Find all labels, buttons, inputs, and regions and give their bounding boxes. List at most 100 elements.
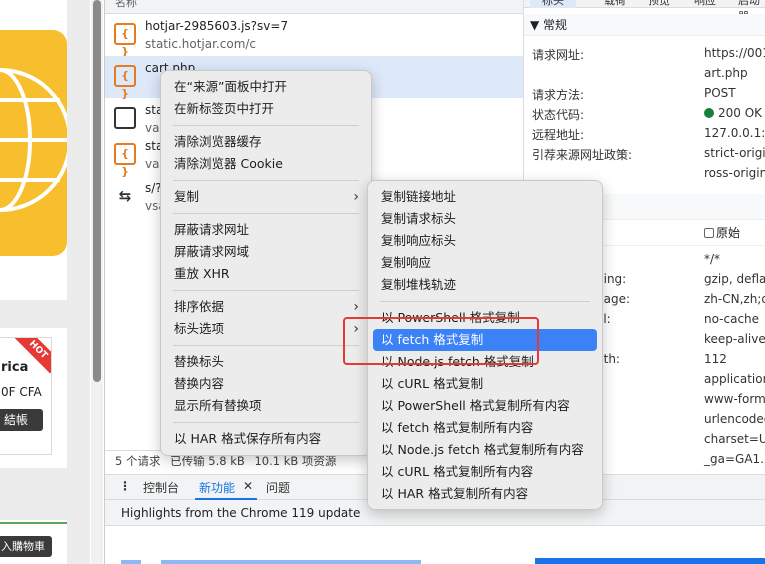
tab-whats-new[interactable]: 新功能	[199, 479, 235, 496]
menu-replay-xhr[interactable]: 重放 XHR	[161, 263, 371, 285]
header-value: no-cache	[704, 312, 760, 326]
request-row[interactable]: { } hotjar-2985603.js?sv=7 static.hotjar…	[105, 14, 523, 58]
product-card[interactable]: HOT rica 0F CFA 結帳	[0, 337, 52, 455]
general-key: 状态代码:	[532, 108, 585, 122]
transferred-size: 已传输 5.8 kB	[170, 454, 245, 468]
menu-open-in-new-tab[interactable]: 在新标签页中打开	[161, 98, 371, 120]
header-value: */*	[704, 252, 721, 266]
checkbox-icon	[704, 228, 714, 238]
tab-preview[interactable]: 预览	[648, 0, 670, 8]
drawer-menu-icon[interactable]: ⋮	[119, 479, 131, 493]
copy-response-headers[interactable]: 复制响应标头	[368, 230, 602, 252]
menu-separator	[173, 213, 359, 214]
divider	[0, 522, 67, 524]
menu-clear-cache[interactable]: 清除浏览器缓存	[161, 131, 371, 153]
resources-size: 10.1 kB 项资源	[254, 454, 337, 468]
menu-override-content[interactable]: 替换内容	[161, 373, 371, 395]
copy-link-address[interactable]: 复制链接地址	[368, 186, 602, 208]
copy-as-curl[interactable]: 以 cURL 格式复制	[368, 373, 602, 395]
copy-all-as-har[interactable]: 以 HAR 格式复制所有内容	[368, 483, 602, 505]
script-icon: { }	[114, 65, 136, 100]
document-icon	[114, 107, 136, 129]
menu-sort-label: 排序依据	[174, 299, 225, 314]
menu-separator	[380, 301, 590, 302]
tab-response[interactable]: 响应	[694, 0, 716, 8]
chevron-right-icon: ›	[353, 189, 359, 205]
copy-all-as-fetch[interactable]: 以 fetch 格式复制所有内容	[368, 417, 602, 439]
page-scrollbar-thumb[interactable]	[93, 0, 101, 382]
menu-copy-label: 复制	[174, 189, 200, 204]
menu-separator	[173, 290, 359, 291]
menu-sort-by[interactable]: 排序依据 ›	[161, 296, 371, 318]
menu-override-headers[interactable]: 替换标头	[161, 351, 371, 373]
menu-separator	[173, 422, 359, 423]
menu-save-all-har[interactable]: 以 HAR 格式保存所有内容	[161, 428, 371, 450]
menu-block-url[interactable]: 屏蔽请求网址	[161, 219, 371, 241]
copy-all-as-nodejs-fetch[interactable]: 以 Node.js fetch 格式复制所有内容	[368, 439, 602, 461]
header-value: www-form-	[704, 392, 765, 406]
column-header-name[interactable]: 名称	[105, 0, 523, 14]
status-ok-icon	[704, 108, 714, 118]
article-heading-partial	[121, 560, 421, 564]
general-value: https://001.	[704, 46, 765, 60]
header-value: 112	[704, 352, 727, 366]
annotation-highlight-box	[343, 317, 539, 365]
header-value: _ga=GA1.2.	[704, 452, 765, 466]
add-to-cart-button[interactable]: 入購物車	[0, 536, 52, 557]
webpage-viewport: HOT rica 0F CFA 結帳 入購物車	[0, 0, 90, 564]
tab-console[interactable]: 控制台	[143, 479, 179, 496]
menu-separator	[173, 180, 359, 181]
header-value: keep-alive	[704, 332, 765, 346]
menu-header-options[interactable]: 标头选项 ›	[161, 318, 371, 340]
menu-header-options-label: 标头选项	[174, 321, 225, 336]
product-title: rica	[1, 360, 29, 375]
status-code: 200 OK	[718, 106, 763, 120]
fetch-icon: ⇆	[118, 187, 132, 205]
menu-copy[interactable]: 复制 ›	[161, 186, 371, 208]
general-key: 请求网址:	[532, 48, 585, 62]
general-value: strict-origin	[704, 146, 765, 160]
close-icon[interactable]: ✕	[243, 479, 253, 493]
logo-image	[0, 30, 67, 256]
general-key: 请求方法:	[532, 88, 585, 102]
context-menu: 在“来源”面板中打开 在新标签页中打开 清除浏览器缓存 清除浏览器 Cookie…	[160, 70, 372, 456]
copy-response[interactable]: 复制响应	[368, 252, 602, 274]
video-thumbnail[interactable]	[535, 558, 765, 564]
checkout-button[interactable]: 結帳	[0, 409, 43, 431]
header-value: zh-CN,zh;q	[704, 292, 765, 306]
header-value: charset=UT	[704, 432, 765, 446]
menu-clear-cookies[interactable]: 清除浏览器 Cookie	[161, 153, 371, 175]
script-icon: { }	[114, 143, 136, 178]
menu-show-all-overrides[interactable]: 显示所有替换项	[161, 395, 371, 417]
general-value: ross-origin	[704, 166, 765, 180]
menu-open-in-sources[interactable]: 在“来源”面板中打开	[161, 76, 371, 98]
request-domain: static.hotjar.com/c	[145, 37, 257, 51]
tab-payload[interactable]: 载荷	[604, 0, 626, 8]
header-value: application/	[704, 372, 765, 386]
header-value: gzip, deflate	[704, 272, 765, 286]
menu-separator	[173, 345, 359, 346]
general-value: 127.0.0.1:5	[704, 126, 765, 140]
copy-request-headers[interactable]: 复制请求标头	[368, 208, 602, 230]
copy-stack-trace[interactable]: 复制堆栈轨迹	[368, 274, 602, 296]
request-count: 5 个请求	[115, 454, 161, 468]
script-icon: { }	[114, 23, 136, 58]
general-key: 远程地址:	[532, 128, 585, 142]
general-value: art.php	[704, 66, 748, 80]
general-section-header[interactable]: ▼ 常规	[524, 14, 765, 36]
tab-issues[interactable]: 问题	[266, 479, 290, 496]
general-value: POST	[704, 86, 736, 100]
status-value: 200 OK	[704, 106, 762, 120]
general-key: 引荐来源网址政策:	[532, 148, 633, 162]
detail-tabs: 标头 载荷 预览 响应 启动器	[524, 0, 765, 23]
copy-all-as-curl[interactable]: 以 cURL 格式复制所有内容	[368, 461, 602, 483]
raw-toggle[interactable]: 原始	[704, 222, 740, 244]
raw-label: 原始	[716, 226, 741, 240]
product-price: 0F CFA	[1, 385, 42, 399]
menu-separator	[173, 125, 359, 126]
header-value: urlencoded;	[704, 412, 765, 426]
menu-block-domain[interactable]: 屏蔽请求网域	[161, 241, 371, 263]
chevron-right-icon: ›	[353, 299, 359, 315]
copy-all-as-powershell[interactable]: 以 PowerShell 格式复制所有内容	[368, 395, 602, 417]
tab-headers[interactable]: 标头	[530, 0, 576, 8]
